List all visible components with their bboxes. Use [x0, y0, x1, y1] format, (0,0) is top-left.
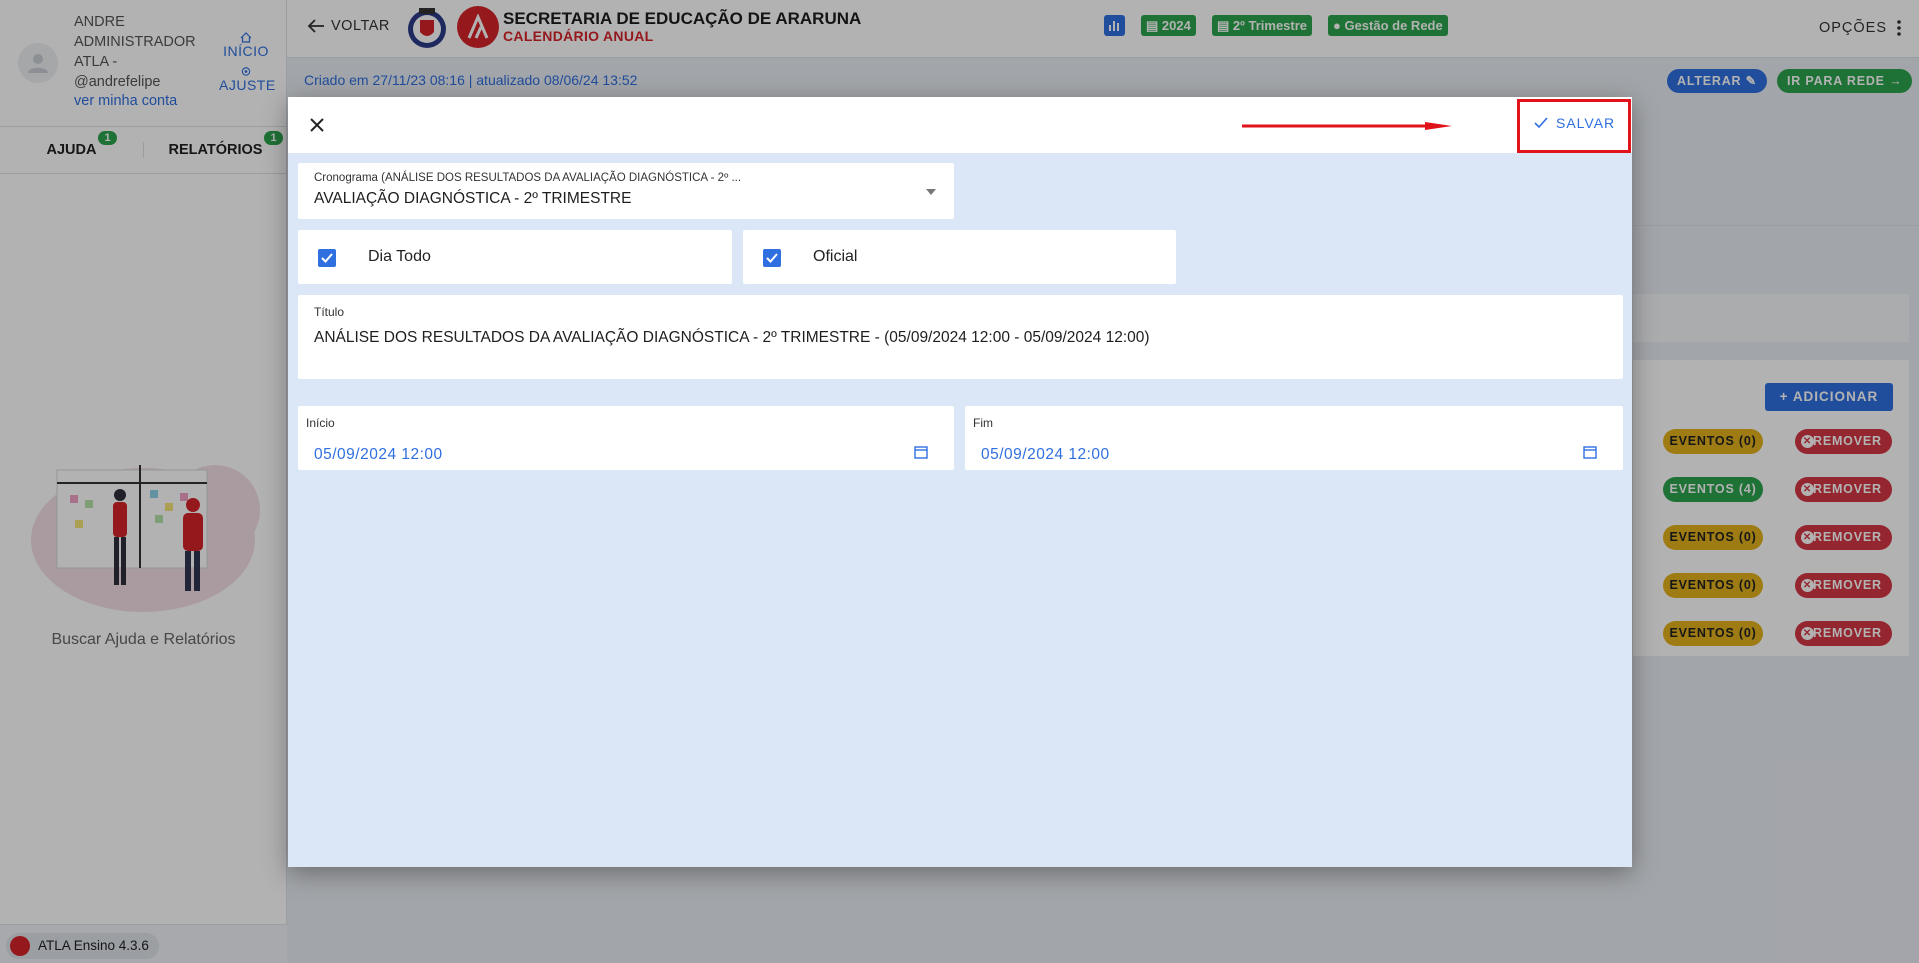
dia-todo-label: Dia Todo: [368, 248, 431, 265]
oficial-checkbox[interactable]: Oficial: [743, 230, 1176, 284]
close-button[interactable]: [304, 112, 330, 138]
calendar-icon[interactable]: [1583, 445, 1597, 459]
inicio-field[interactable]: Início 05/09/2024 12:00: [298, 406, 954, 470]
check-icon: [1534, 117, 1548, 129]
cronograma-select[interactable]: Cronograma (ANÁLISE DOS RESULTADOS DA AV…: [298, 163, 954, 219]
cronograma-label: Cronograma (ANÁLISE DOS RESULTADOS DA AV…: [314, 172, 742, 184]
fim-field[interactable]: Fim 05/09/2024 12:00: [965, 406, 1623, 470]
check-icon: [321, 253, 333, 263]
dia-todo-checkbox[interactable]: Dia Todo: [298, 230, 732, 284]
event-dialog: SALVAR Cronograma (ANÁLISE DOS RESULTADO…: [288, 97, 1632, 867]
close-icon: [310, 118, 324, 132]
annotation-arrow: [1242, 122, 1452, 130]
fim-value: 05/09/2024 12:00: [981, 446, 1110, 463]
chevron-down-icon: [926, 189, 936, 195]
checkbox-checked-icon: [763, 249, 781, 267]
titulo-value: ANÁLISE DOS RESULTADOS DA AVALIAÇÃO DIAG…: [314, 329, 1150, 346]
titulo-field[interactable]: Título ANÁLISE DOS RESULTADOS DA AVALIAÇ…: [298, 295, 1623, 379]
checkbox-checked-icon: [318, 249, 336, 267]
fim-label: Fim: [973, 416, 993, 430]
oficial-label: Oficial: [813, 248, 858, 265]
inicio-value: 05/09/2024 12:00: [314, 446, 443, 463]
cronograma-value: AVALIAÇÃO DIAGNÓSTICA - 2º TRIMESTRE: [314, 190, 632, 207]
titulo-label: Título: [314, 305, 345, 319]
calendar-icon[interactable]: [914, 445, 928, 459]
inicio-label: Início: [306, 416, 335, 430]
save-button[interactable]: SALVAR: [1534, 115, 1615, 131]
dialog-toolbar: SALVAR: [288, 97, 1632, 153]
check-icon: [766, 253, 778, 263]
